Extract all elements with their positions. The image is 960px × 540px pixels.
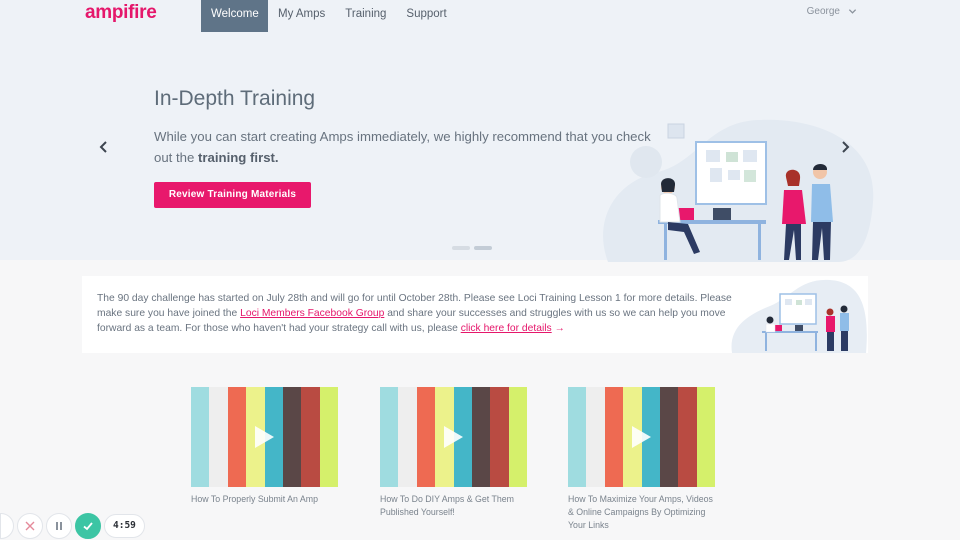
- review-training-button[interactable]: Review Training Materials: [154, 182, 311, 208]
- carousel-dot-1[interactable]: [452, 246, 470, 250]
- nav-my-amps[interactable]: My Amps: [268, 0, 335, 33]
- main-nav: Welcome My Amps Training Support: [201, 0, 457, 33]
- recorder-cancel-button[interactable]: [17, 513, 43, 539]
- recorder-finish-button[interactable]: [75, 513, 101, 539]
- video-title-2[interactable]: How To Do DIY Amps & Get Them Published …: [380, 493, 527, 519]
- announcement-banner: The 90 day challenge has started on July…: [82, 276, 868, 353]
- play-icon: [632, 426, 651, 448]
- video-card-2: How To Do DIY Amps & Get Them Published …: [380, 387, 527, 519]
- nav-welcome[interactable]: Welcome: [201, 0, 268, 33]
- ampifire-logo[interactable]: ampifire: [85, 2, 157, 24]
- recorder-handle[interactable]: [0, 513, 14, 539]
- hero-carousel: In-Depth Training While you can start cr…: [0, 32, 960, 262]
- strategy-call-link[interactable]: click here for details: [461, 323, 552, 334]
- nav-support[interactable]: Support: [396, 0, 456, 33]
- pause-icon: [56, 522, 62, 530]
- chevron-down-icon: [848, 9, 857, 14]
- video-thumbnail-1[interactable]: [191, 387, 338, 487]
- video-card-3: How To Maximize Your Amps, Videos & Onli…: [568, 387, 715, 532]
- top-header: ampifire Welcome My Amps Training Suppor…: [0, 0, 960, 33]
- hero-description-bold: training first.: [198, 150, 279, 165]
- team-mini-illustration: [731, 279, 867, 353]
- hero-title: In-Depth Training: [154, 87, 316, 110]
- nav-training[interactable]: Training: [335, 0, 396, 33]
- video-title-1[interactable]: How To Properly Submit An Amp: [191, 493, 338, 506]
- announcement-text: The 90 day challenge has started on July…: [97, 293, 732, 334]
- carousel-prev-arrow-icon[interactable]: [97, 140, 111, 154]
- carousel-dot-2[interactable]: [474, 246, 492, 250]
- recorder-pause-button[interactable]: [46, 513, 72, 539]
- carousel-dots: [452, 246, 492, 250]
- training-team-illustration: [603, 119, 874, 262]
- facebook-group-link[interactable]: Loci Members Facebook Group: [240, 308, 384, 319]
- arrow-right-icon: →: [554, 322, 565, 334]
- user-name: George: [806, 6, 840, 17]
- close-icon: [25, 521, 35, 531]
- video-title-3[interactable]: How To Maximize Your Amps, Videos & Onli…: [568, 493, 715, 532]
- play-icon: [255, 426, 274, 448]
- video-thumbnail-2[interactable]: [380, 387, 527, 487]
- video-card-1: How To Properly Submit An Amp: [191, 387, 338, 506]
- play-icon: [444, 426, 463, 448]
- screen-recorder-controls: 4:59: [0, 512, 145, 540]
- user-menu[interactable]: George: [807, 6, 857, 17]
- recorder-timer: 4:59: [104, 514, 145, 538]
- check-icon: [83, 522, 93, 531]
- carousel-next-arrow-icon[interactable]: [838, 140, 852, 154]
- video-thumbnail-3[interactable]: [568, 387, 715, 487]
